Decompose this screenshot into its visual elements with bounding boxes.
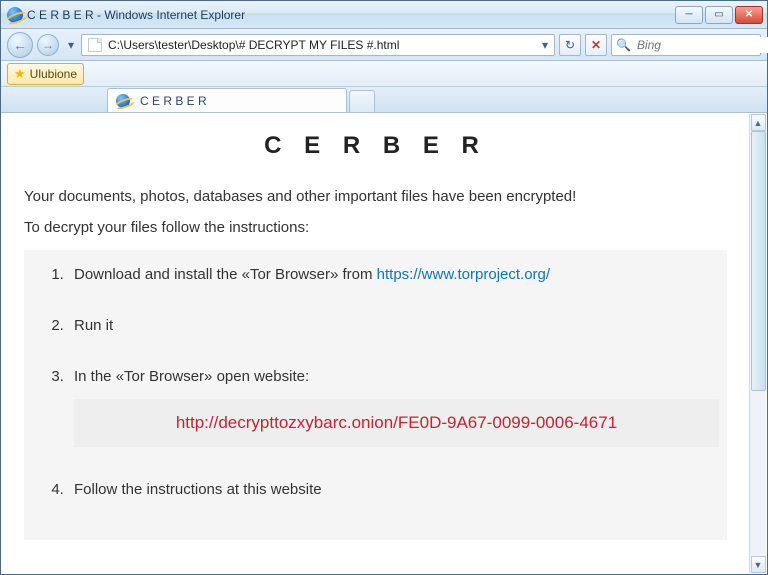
tab-active[interactable]: C E R B E R bbox=[107, 88, 347, 112]
close-button[interactable]: ✕ bbox=[735, 6, 763, 24]
ie-icon bbox=[116, 94, 130, 108]
address-bar[interactable]: ▾ bbox=[81, 34, 555, 56]
step-3: In the «Tor Browser» open website: http:… bbox=[68, 368, 719, 447]
new-tab-button[interactable] bbox=[349, 90, 375, 112]
maximize-button[interactable]: ▭ bbox=[705, 6, 733, 24]
nav-history-dropdown[interactable]: ▾ bbox=[65, 38, 77, 52]
tab-strip: C E R B E R bbox=[1, 87, 767, 113]
search-input[interactable] bbox=[635, 37, 768, 53]
search-box[interactable]: 🔍 bbox=[611, 34, 761, 56]
favorites-bar: ★ Ulubione bbox=[1, 61, 767, 87]
page-icon bbox=[88, 38, 102, 52]
onion-url: http://decrypttozxybarc.onion/FE0D-9A67-… bbox=[176, 413, 617, 432]
page-content-area: C E R B E R Your documents, photos, data… bbox=[2, 114, 749, 573]
search-icon: 🔍 bbox=[616, 38, 631, 52]
step-2: Run it bbox=[68, 317, 719, 334]
favorites-label: Ulubione bbox=[30, 67, 77, 81]
address-input[interactable] bbox=[106, 36, 538, 54]
nav-toolbar: ← → ▾ ▾ ↻ ✕ 🔍 bbox=[1, 29, 767, 61]
stop-button[interactable]: ✕ bbox=[585, 34, 607, 56]
step-4: Follow the instructions at this website bbox=[68, 481, 719, 498]
browser-viewport: C E R B E R Your documents, photos, data… bbox=[2, 114, 766, 573]
step-1: Download and install the «Tor Browser» f… bbox=[68, 266, 719, 283]
forward-button[interactable]: → bbox=[37, 34, 59, 56]
step-3-text: In the «Tor Browser» open website: bbox=[74, 368, 309, 385]
minimize-button[interactable]: ─ bbox=[675, 6, 703, 24]
instructions-box: Download and install the «Tor Browser» f… bbox=[24, 250, 727, 540]
window-titlebar: C E R B E R - Windows Internet Explorer … bbox=[1, 1, 767, 29]
vertical-scrollbar[interactable]: ▲ ▼ bbox=[749, 114, 766, 573]
favorites-button[interactable]: ★ Ulubione bbox=[7, 63, 84, 85]
scroll-down-button[interactable]: ▼ bbox=[751, 556, 766, 573]
window-title: C E R B E R - Windows Internet Explorer bbox=[27, 8, 245, 22]
scrollbar-thumb[interactable] bbox=[751, 131, 766, 391]
address-dropdown[interactable]: ▾ bbox=[538, 38, 552, 52]
ie-icon bbox=[7, 7, 23, 23]
instructions-intro: To decrypt your files follow the instruc… bbox=[24, 219, 727, 236]
scroll-up-button[interactable]: ▲ bbox=[751, 114, 766, 131]
refresh-button[interactable]: ↻ bbox=[559, 34, 581, 56]
back-button[interactable]: ← bbox=[7, 32, 33, 58]
encrypted-notice: Your documents, photos, databases and ot… bbox=[24, 188, 727, 205]
step-1-text: Download and install the «Tor Browser» f… bbox=[74, 266, 377, 283]
page-heading: C E R B E R bbox=[24, 132, 727, 160]
instructions-list: Download and install the «Tor Browser» f… bbox=[32, 266, 719, 498]
tor-project-link[interactable]: https://www.torproject.org/ bbox=[377, 266, 550, 283]
star-icon: ★ bbox=[14, 66, 26, 82]
tab-title: C E R B E R bbox=[140, 94, 207, 108]
onion-url-box: http://decrypttozxybarc.onion/FE0D-9A67-… bbox=[74, 399, 719, 447]
scrollbar-track[interactable] bbox=[751, 131, 766, 556]
